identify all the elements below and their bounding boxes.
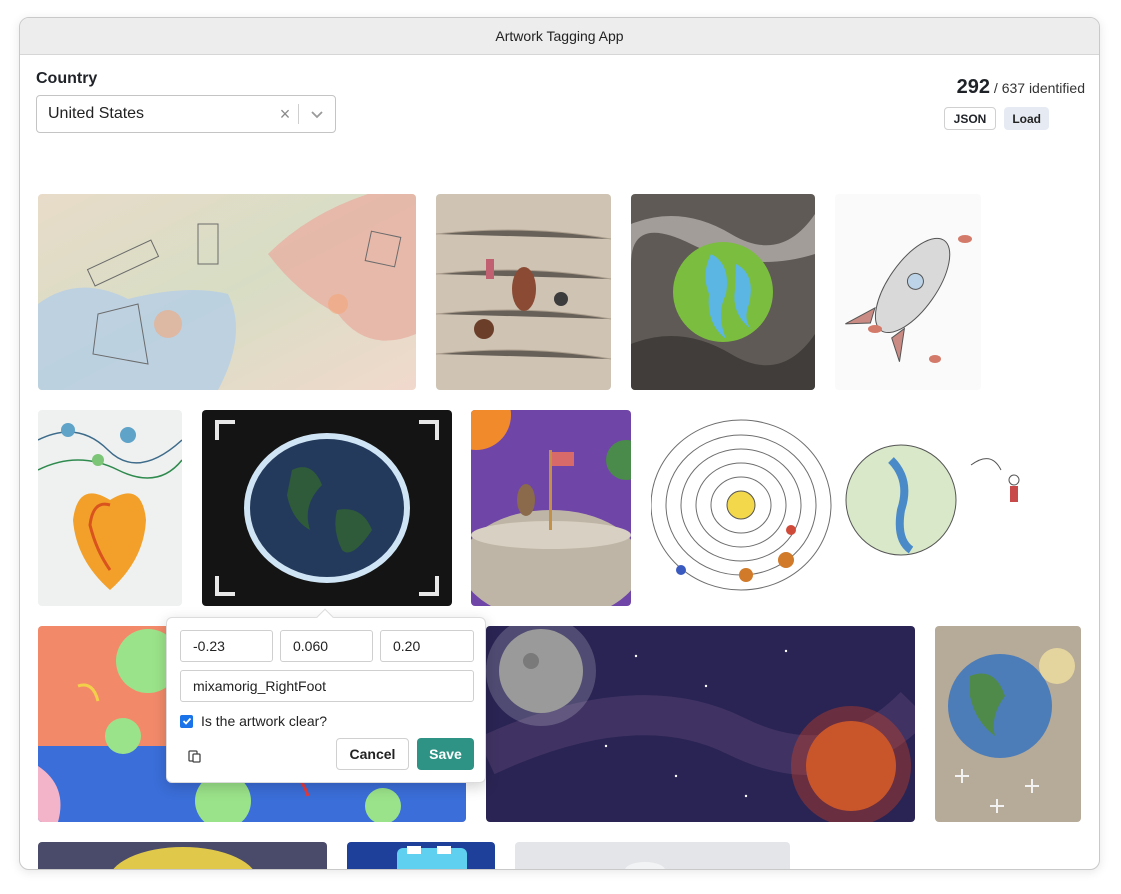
window-titlebar: Artwork Tagging App <box>20 18 1099 55</box>
artwork-tile[interactable] <box>935 626 1081 822</box>
artwork-tile[interactable] <box>38 194 416 390</box>
copy-icon[interactable] <box>187 748 203 764</box>
clear-artwork-checkbox[interactable] <box>180 714 193 728</box>
artwork-tile[interactable] <box>38 410 182 606</box>
artwork-tile[interactable] <box>38 842 327 869</box>
cancel-button[interactable]: Cancel <box>336 738 409 770</box>
artwork-tile[interactable] <box>347 842 495 869</box>
artwork-tile[interactable] <box>436 194 611 390</box>
z-coordinate-field[interactable]: 0.20 <box>380 630 474 662</box>
artwork-tile[interactable] <box>471 410 631 606</box>
clear-artwork-checkbox-row[interactable]: Is the artwork clear? <box>180 713 327 729</box>
artwork-tile[interactable] <box>631 194 815 390</box>
save-button[interactable]: Save <box>417 738 474 770</box>
app-window: Artwork Tagging App Country United State… <box>19 17 1100 870</box>
identified-total: / 637 identified <box>993 80 1085 96</box>
x-coordinate-field[interactable]: -0.23 <box>180 630 273 662</box>
artwork-tile[interactable] <box>486 626 915 822</box>
clear-artwork-label: Is the artwork clear? <box>201 713 328 729</box>
y-coordinate-field[interactable]: 0.060 <box>280 630 373 662</box>
artwork-tile[interactable] <box>515 842 790 869</box>
popover-arrow <box>316 608 334 626</box>
identified-count: 292 <box>956 76 991 98</box>
country-select[interactable]: United States × <box>36 95 336 133</box>
clear-icon[interactable]: × <box>272 104 298 125</box>
bone-name-field[interactable]: mixamorig_RightFoot <box>180 670 474 702</box>
json-button[interactable]: JSON <box>943 107 997 130</box>
load-button[interactable]: Load <box>1004 107 1049 130</box>
window-title: Artwork Tagging App <box>495 28 624 44</box>
tag-editor-popover: -0.23 0.060 0.20 mixamorig_RightFoot Is … <box>166 608 486 783</box>
country-select-value: United States <box>48 105 145 122</box>
chevron-down-icon[interactable] <box>299 109 335 119</box>
artwork-tile[interactable] <box>651 410 1029 606</box>
country-label: Country <box>36 70 98 87</box>
identified-counter: 292 / 637 identified <box>957 76 1085 99</box>
artwork-tile[interactable] <box>202 410 452 606</box>
data-buttons: JSON Load <box>943 107 1049 130</box>
artwork-tile[interactable] <box>835 194 981 390</box>
